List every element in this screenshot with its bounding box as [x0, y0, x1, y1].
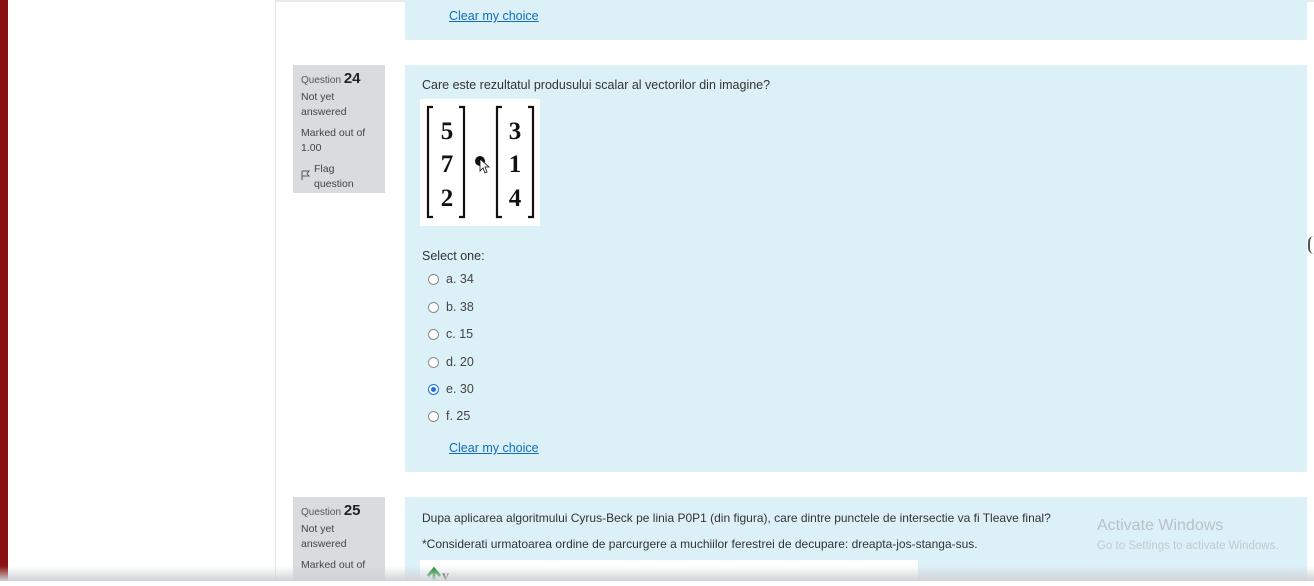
question-24-state: Not yet answered	[301, 91, 347, 118]
previous-clear-choice-link[interactable]: Clear my choice	[449, 9, 539, 23]
radio-button[interactable]	[428, 328, 439, 340]
vector-a-entry: 7	[441, 151, 454, 178]
radio-button[interactable]	[428, 356, 439, 368]
question-24-marks: Marked out of 1.00	[301, 127, 366, 154]
radio-button[interactable]	[428, 301, 439, 313]
answer-option-d[interactable]: d. 20	[428, 355, 474, 369]
select-one-prompt: Select one:	[422, 249, 485, 263]
answer-option-label: d. 20	[446, 355, 474, 369]
flag-icon	[301, 170, 311, 185]
answer-option-label: a. 34	[446, 272, 474, 286]
question-24-info: Question 24 Not yet answered Marked out o…	[293, 65, 385, 193]
vector-b-entry: 3	[509, 118, 522, 145]
question-24-vector-image: 5 7 2 3 1 4	[420, 99, 540, 226]
question-25-note: *Considerati urmatoarea ordine de parcur…	[422, 537, 978, 551]
flag-question-24-button[interactable]: Flag question	[301, 162, 377, 192]
right-edge-handle	[1308, 236, 1314, 254]
radio-button[interactable]	[428, 410, 439, 422]
left-blank-pane	[8, 0, 276, 581]
clear-my-choice-link[interactable]: Clear my choice	[449, 441, 539, 455]
vector-b-entry: 1	[509, 151, 522, 178]
vector-b-entry: 4	[509, 185, 522, 212]
answer-option-label: c. 15	[446, 327, 474, 341]
answer-option-a[interactable]: a. 34	[428, 272, 474, 286]
question-25-number: Question 25	[301, 502, 361, 519]
activate-windows-title: Activate Windows	[1097, 517, 1224, 534]
radio-button[interactable]	[428, 273, 439, 285]
question-25-state: Not yet answered	[301, 523, 347, 550]
radio-button-selected[interactable]	[428, 383, 439, 395]
answer-option-e[interactable]: e. 30	[428, 382, 474, 396]
answer-option-label: f. 25	[446, 409, 471, 423]
vector-dot-product-figure: 5 7 2 3 1 4	[426, 105, 535, 219]
answer-option-c[interactable]: c. 15	[428, 327, 473, 341]
activate-windows-subtitle: Go to Settings to activate Windows.	[1097, 540, 1279, 552]
question-24-card	[405, 65, 1307, 472]
vector-a-entry: 2	[441, 185, 454, 212]
window-left-edge	[0, 0, 8, 581]
question-25-text: Dupa aplicarea algoritmului Cyrus-Beck p…	[422, 511, 1051, 525]
question-24-number: Question 24	[301, 70, 361, 87]
previous-question-card	[405, 0, 1307, 40]
answer-option-label: b. 38	[446, 300, 474, 314]
flag-question-24-label: Flag question	[314, 163, 354, 190]
answer-option-f[interactable]: f. 25	[428, 409, 470, 423]
question-24-text: Care este rezultatul produsului scalar a…	[422, 78, 771, 92]
answer-option-b[interactable]: b. 38	[428, 300, 474, 314]
vector-a-entry: 5	[441, 118, 454, 145]
bottom-shadow	[0, 566, 1314, 581]
answer-option-label: e. 30	[446, 382, 474, 396]
